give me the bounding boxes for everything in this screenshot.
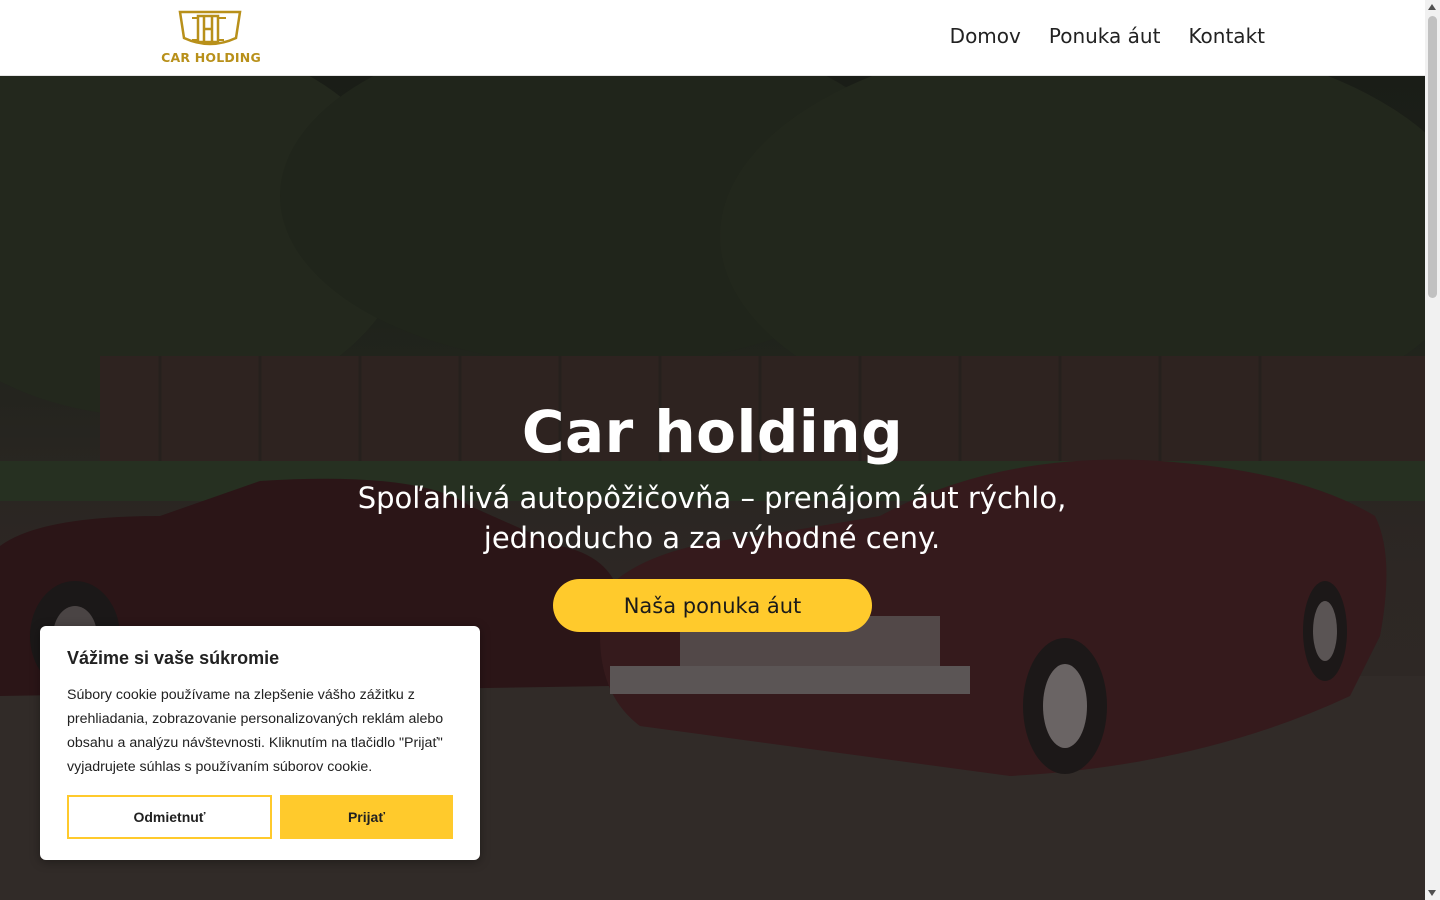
main-nav: Domov Ponuka áut Kontakt — [950, 24, 1265, 48]
site-header: CAR HOLDING Domov Ponuka áut Kontakt — [0, 0, 1425, 76]
cookie-consent-banner: Vážime si vaše súkromie Súbory cookie po… — [40, 626, 480, 860]
ch-shield-logo-icon — [178, 10, 242, 46]
cookie-reject-button[interactable]: Odmietnuť — [67, 795, 272, 839]
cookie-title: Vážime si vaše súkromie — [67, 648, 280, 668]
nav-item-kontakt[interactable]: Kontakt — [1188, 24, 1265, 48]
cookie-description: Súbory cookie používame na zlepšenie váš… — [67, 687, 444, 775]
page-scrollbar[interactable] — [1425, 0, 1440, 900]
hero-title: Car holding — [521, 398, 904, 466]
brand-logo[interactable]: CAR HOLDING — [158, 10, 264, 68]
brand-name: CAR HOLDING — [161, 50, 261, 65]
scroll-down-icon[interactable] — [1428, 890, 1436, 896]
nav-item-domov[interactable]: Domov — [950, 24, 1021, 48]
offer-cta-button[interactable]: Naša ponuka áut — [553, 579, 872, 632]
hero-subtitle: Spoľahlivá autopôžičovňa – prenájom áut … — [357, 481, 1067, 555]
nav-item-ponuka-aut[interactable]: Ponuka áut — [1049, 24, 1161, 48]
cookie-accept-button[interactable]: Prijať — [280, 795, 453, 839]
scrollbar-thumb[interactable] — [1428, 16, 1437, 298]
scroll-up-icon[interactable] — [1428, 4, 1436, 10]
